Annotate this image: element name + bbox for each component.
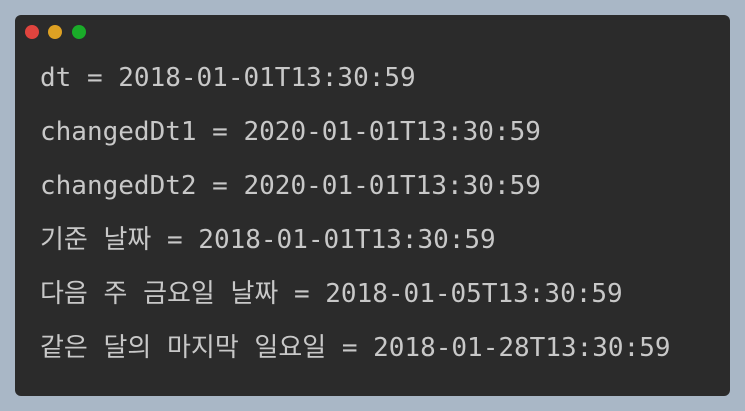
title-bar — [15, 15, 730, 49]
close-window-button[interactable] — [25, 25, 39, 39]
minimize-window-button[interactable] — [48, 25, 62, 39]
terminal-window: dt = 2018-01-01T13:30:59 changedDt1 = 20… — [15, 15, 730, 396]
output-line: dt = 2018-01-01T13:30:59 — [40, 63, 416, 93]
console-output: dt = 2018-01-01T13:30:59 changedDt1 = 20… — [40, 59, 730, 383]
output-line: 다음 주 금요일 날짜 = 2018-01-05T13:30:59 — [40, 279, 623, 309]
maximize-window-button[interactable] — [72, 25, 86, 39]
output-line: 기준 날짜 = 2018-01-01T13:30:59 — [40, 225, 496, 255]
output-line: 같은 달의 마지막 일요일 = 2018-01-28T13:30:59 — [40, 333, 671, 363]
output-line: changedDt2 = 2020-01-01T13:30:59 — [40, 171, 541, 201]
output-line: changedDt1 = 2020-01-01T13:30:59 — [40, 117, 541, 147]
